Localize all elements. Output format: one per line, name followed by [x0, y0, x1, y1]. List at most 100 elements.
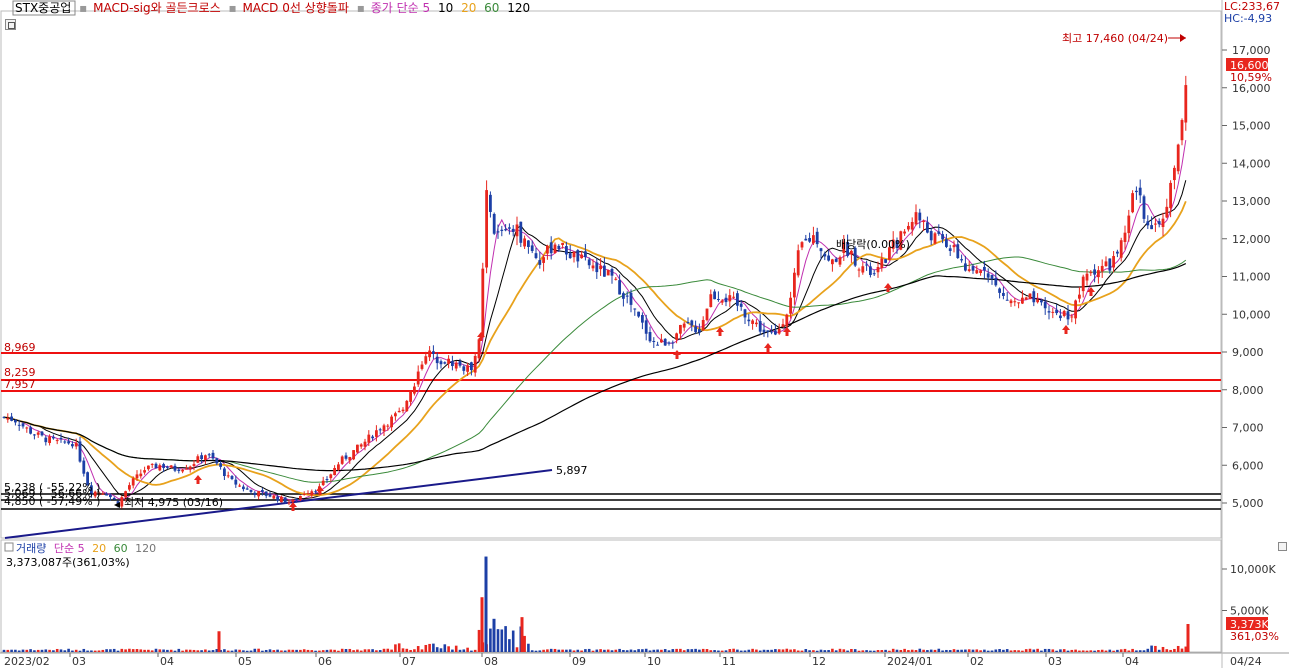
volume-panel-toggle[interactable]: [1278, 542, 1287, 551]
volume-bar: [21, 649, 25, 652]
volume-bar: [618, 648, 621, 652]
candle-body: [952, 245, 956, 248]
candle-body: [671, 342, 675, 344]
volume-bar: [166, 649, 169, 652]
volume-bar: [466, 647, 469, 652]
volume-bar: [17, 650, 21, 652]
candle-body: [1123, 232, 1127, 242]
volume-bar: [158, 649, 162, 652]
candle-body: [834, 258, 838, 262]
volume-bar: [876, 650, 880, 652]
volume-bar: [770, 649, 773, 652]
candle-body: [314, 491, 317, 493]
volume-bar: [413, 649, 416, 652]
volume-spike-bar: [484, 556, 488, 652]
chart-options-button[interactable]: [5, 19, 16, 30]
volume-bar: [257, 648, 260, 652]
candle-body: [553, 244, 557, 253]
volume-spike-bar: [480, 597, 484, 652]
dividend-annotation: 배당락(0.00%): [836, 238, 910, 251]
candle-body: [1043, 301, 1047, 309]
candle-body: [869, 266, 872, 275]
candle-body: [690, 320, 694, 326]
candle-body: [1146, 221, 1150, 226]
candle-body: [264, 491, 268, 496]
candle-body: [6, 418, 10, 420]
volume-bar: [1070, 649, 1074, 652]
candle-body: [10, 416, 13, 421]
volume-bar: [1062, 649, 1066, 652]
volume-bar: [891, 648, 895, 652]
candle-body: [242, 486, 245, 490]
volume-bar: [755, 649, 758, 652]
volume-bar: [595, 649, 599, 652]
volume-bar: [861, 650, 865, 652]
candle-body: [796, 250, 800, 276]
price-tick-label: 7,000: [1232, 422, 1264, 435]
candle-body: [519, 221, 523, 243]
candle-body: [375, 430, 378, 437]
volume-bar: [1112, 650, 1115, 652]
volume-bar: [101, 649, 105, 652]
candle-body: [705, 308, 709, 321]
volume-bar: [565, 649, 568, 652]
volume-bar: [1173, 648, 1176, 652]
candle-body: [1078, 294, 1081, 299]
volume-bar: [1028, 648, 1032, 652]
candle-body: [511, 228, 515, 232]
volume-spike-bar: [217, 631, 221, 652]
candle-body: [287, 502, 291, 504]
volume-bar: [743, 650, 747, 652]
candle-body: [257, 491, 260, 497]
volume-legend-title: 거래량: [16, 542, 46, 555]
candle-body: [1165, 206, 1169, 218]
volume-bar: [340, 648, 344, 652]
candle-body: [948, 248, 952, 252]
candle-body: [1055, 309, 1058, 314]
volume-bar: [329, 649, 333, 652]
volume-bar: [477, 629, 481, 652]
stock-chart: 5,000 6,000 7,000 8,000 9,000 10,000 11,000 12,…: [0, 0, 1289, 668]
volume-bar: [1119, 649, 1123, 652]
candle-body: [568, 253, 572, 259]
volume-bar: [264, 649, 268, 652]
date-tick-label: 08: [484, 655, 498, 668]
candle-body: [660, 339, 663, 343]
volume-bar: [1108, 649, 1112, 652]
volume-bar: [204, 649, 207, 652]
candle-body: [975, 270, 979, 274]
candle-body: [838, 257, 842, 265]
volume-bar: [321, 650, 325, 652]
volume-bar: [1081, 650, 1085, 652]
candle-body: [44, 437, 48, 443]
volume-bar: [720, 650, 724, 652]
candle-body: [1036, 299, 1039, 303]
volume-spike-bar: [492, 618, 496, 652]
volume-bar: [223, 649, 226, 652]
volume-bar: [253, 648, 257, 652]
candle-body: [17, 424, 21, 426]
volume-bar: [983, 649, 986, 652]
candle-body: [827, 255, 830, 261]
candle-body: [1021, 297, 1024, 304]
candle-body: [230, 476, 234, 480]
candle-body: [872, 273, 876, 275]
date-tick-label: 04: [160, 655, 174, 668]
volume-bar: [815, 650, 819, 652]
candle-body: [29, 427, 32, 434]
volume-bar: [762, 649, 766, 652]
candle-body: [306, 493, 310, 495]
candle-body: [990, 275, 994, 279]
candle-body: [1154, 223, 1157, 225]
candle-body: [667, 342, 671, 344]
volume-bar: [48, 649, 51, 652]
candle-body: [523, 238, 526, 247]
volume-bar: [489, 628, 492, 652]
volume-bar: [230, 650, 234, 652]
candle-body: [394, 413, 397, 417]
candle-body: [196, 456, 200, 463]
volume-bar: [1047, 648, 1051, 652]
volume-bar: [276, 649, 279, 652]
volume-bar: [139, 649, 143, 652]
candle-body: [758, 321, 762, 332]
